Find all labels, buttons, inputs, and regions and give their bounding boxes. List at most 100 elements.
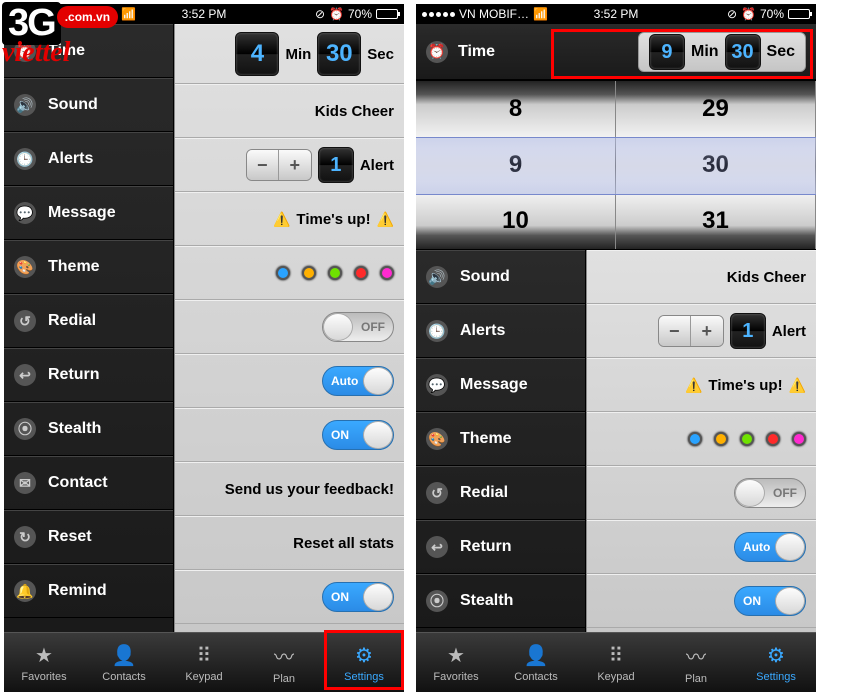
carrier-label: VN MOBIF… — [459, 7, 529, 21]
sidebar-item-return[interactable]: ↩Return — [416, 520, 585, 574]
orientation-lock-icon: ⊘ — [727, 7, 737, 21]
theme-orange[interactable] — [302, 266, 316, 280]
sound-value[interactable]: Kids Cheer — [727, 269, 806, 286]
settings-sidebar: ⏰Time 🔊Sound 🕒Alerts 💬Message 🎨Theme ↺Re… — [4, 24, 174, 632]
tab-keypad[interactable]: ⠿Keypad — [576, 633, 656, 692]
sidebar-item-stealth[interactable]: ⦿Stealth — [416, 574, 585, 628]
time-header-row: ⏰ Time 9 Min 30 Sec — [416, 24, 816, 80]
sound-value[interactable]: Kids Cheer — [315, 103, 394, 120]
phone-right: VN MOBIF… 📶 3:52 PM ⊘ ⏰ 70% ⏰ Time 9 Min… — [416, 4, 816, 692]
time-label: Time — [458, 43, 495, 61]
alert-plus[interactable]: + — [279, 150, 311, 180]
tab-contacts[interactable]: 👤Contacts — [84, 633, 164, 692]
theme-blue[interactable] — [276, 266, 290, 280]
alarm-icon: ⏰ — [329, 7, 344, 21]
time-sec-box[interactable]: 30 — [317, 32, 361, 76]
tab-settings[interactable]: ⚙Settings — [324, 633, 404, 692]
tab-settings[interactable]: ⚙Settings — [736, 633, 816, 692]
theme-red[interactable] — [766, 432, 780, 446]
theme-dots[interactable] — [688, 432, 806, 446]
alert-count-box: 1 — [318, 147, 354, 183]
theme-pink[interactable] — [380, 266, 394, 280]
message-text: Time's up! — [708, 377, 782, 394]
tab-favorites[interactable]: ★Favorites — [4, 633, 84, 692]
sound-icon: 🔊 — [14, 94, 36, 116]
picker-cell-selected[interactable]: 9 — [416, 137, 615, 193]
sidebar-item-sound[interactable]: 🔊Sound — [416, 250, 585, 304]
time-min-box[interactable]: 4 — [235, 32, 279, 76]
tab-plan[interactable]: 〰Plan — [244, 633, 324, 692]
sec-label: Sec — [367, 46, 394, 63]
theme-green[interactable] — [328, 266, 342, 280]
message-icon: 💬 — [426, 374, 448, 396]
theme-orange[interactable] — [714, 432, 728, 446]
alert-label: Alert — [360, 157, 394, 174]
battery-icon — [376, 9, 398, 19]
alarm-icon: ⏰ — [741, 7, 756, 21]
sidebar-item-alerts[interactable]: 🕒Alerts — [4, 132, 173, 186]
sidebar-item-redial[interactable]: ↺Redial — [4, 294, 173, 348]
stealth-toggle[interactable]: ON — [322, 420, 394, 450]
picker-minutes[interactable]: 8 9 10 — [416, 81, 616, 249]
picker-cell[interactable]: 29 — [616, 81, 815, 137]
theme-red[interactable] — [354, 266, 368, 280]
sidebar-item-contact[interactable]: ✉Contact — [4, 456, 173, 510]
star-icon: ★ — [447, 643, 465, 668]
alert-plus[interactable]: + — [691, 316, 723, 346]
theme-green[interactable] — [740, 432, 754, 446]
sidebar-item-alerts[interactable]: 🕒Alerts — [416, 304, 585, 358]
warning-icon: ⚠️ — [789, 377, 806, 394]
picker-cell[interactable]: 10 — [416, 193, 615, 249]
alert-minus[interactable]: − — [659, 316, 691, 346]
remind-toggle[interactable]: ON — [322, 582, 394, 612]
return-toggle[interactable]: Auto — [734, 532, 806, 562]
star-icon: ★ — [35, 643, 53, 668]
tab-bar: ★Favorites 👤Contacts ⠿Keypad 〰Plan ⚙Sett… — [416, 632, 816, 692]
sidebar-item-message[interactable]: 💬Message — [416, 358, 585, 412]
remind-icon: 🔔 — [14, 580, 36, 602]
sidebar-item-sound[interactable]: 🔊Sound — [4, 78, 173, 132]
redial-toggle[interactable]: OFF — [322, 312, 394, 342]
picker-cell-selected[interactable]: 30 — [616, 137, 815, 193]
tab-favorites[interactable]: ★Favorites — [416, 633, 496, 692]
sidebar-item-redial[interactable]: ↺Redial — [416, 466, 585, 520]
min-label: Min — [691, 43, 719, 61]
picker-seconds[interactable]: 29 30 31 — [616, 81, 816, 249]
gear-icon: ⚙ — [767, 643, 785, 668]
alert-stepper[interactable]: − + — [658, 315, 724, 347]
sidebar-item-message[interactable]: 💬Message — [4, 186, 173, 240]
sidebar-item-stealth[interactable]: ⦿Stealth — [4, 402, 173, 456]
gear-icon: ⚙ — [355, 643, 373, 668]
tab-plan[interactable]: 〰Plan — [656, 633, 736, 692]
picker-cell[interactable]: 8 — [416, 81, 615, 137]
sidebar-item-remind[interactable]: 🔔Remind — [4, 564, 173, 618]
return-toggle[interactable]: Auto — [322, 366, 394, 396]
time-sec-box[interactable]: 30 — [725, 34, 761, 70]
alerts-icon: 🕒 — [14, 148, 36, 170]
time-min-box[interactable]: 9 — [649, 34, 685, 70]
time-control[interactable]: 9 Min 30 Sec — [638, 32, 806, 72]
alert-minus[interactable]: − — [247, 150, 279, 180]
alert-stepper[interactable]: − + — [246, 149, 312, 181]
theme-blue[interactable] — [688, 432, 702, 446]
tab-bar: ★Favorites 👤Contacts ⠿Keypad 〰Plan ⚙Sett… — [4, 632, 404, 692]
stealth-toggle[interactable]: ON — [734, 586, 806, 616]
sidebar-item-theme[interactable]: 🎨Theme — [416, 412, 585, 466]
warning-icon: ⚠️ — [273, 211, 290, 228]
stealth-icon: ⦿ — [14, 418, 36, 440]
orientation-lock-icon: ⊘ — [315, 7, 325, 21]
sidebar-item-reset[interactable]: ↻Reset — [4, 510, 173, 564]
theme-dots[interactable] — [276, 266, 394, 280]
tab-keypad[interactable]: ⠿Keypad — [164, 633, 244, 692]
picker-cell[interactable]: 31 — [616, 193, 815, 249]
redial-toggle[interactable]: OFF — [734, 478, 806, 508]
tab-contacts[interactable]: 👤Contacts — [496, 633, 576, 692]
time-picker[interactable]: 8 9 10 29 30 31 — [416, 80, 816, 250]
sec-label: Sec — [767, 43, 795, 61]
reset-text[interactable]: Reset all stats — [293, 535, 394, 552]
contact-text[interactable]: Send us your feedback! — [225, 481, 394, 498]
sidebar-item-return[interactable]: ↩Return — [4, 348, 173, 402]
sidebar-item-theme[interactable]: 🎨Theme — [4, 240, 173, 294]
contact-icon: ✉ — [14, 472, 36, 494]
theme-pink[interactable] — [792, 432, 806, 446]
